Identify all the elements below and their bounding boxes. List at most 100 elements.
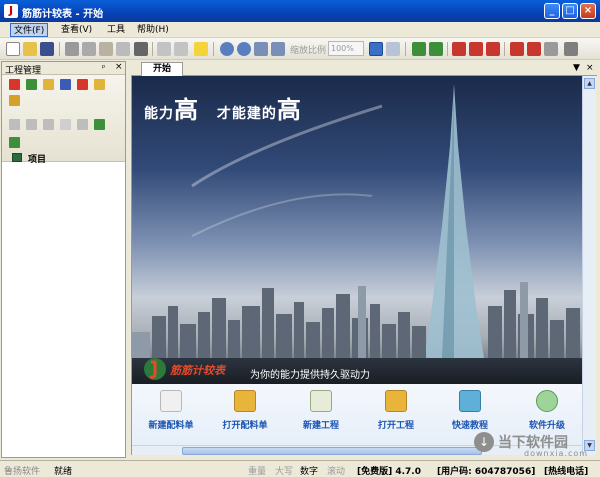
slogan-big1: 高 bbox=[174, 96, 199, 124]
status-key-scroll: 滚动 bbox=[327, 467, 346, 477]
brand-logo-text: 筋筋计较表 bbox=[170, 364, 225, 377]
copy-icon[interactable] bbox=[82, 42, 96, 56]
quick-tutorial-button[interactable]: 快速教程 bbox=[435, 390, 505, 431]
panel-delete-icon[interactable] bbox=[60, 119, 71, 130]
settings-icon[interactable] bbox=[544, 42, 558, 56]
panel-close-icon[interactable]: × bbox=[115, 62, 123, 72]
close-button[interactable]: × bbox=[580, 3, 596, 19]
status-edition: [免费版] 4.7.0 bbox=[357, 467, 421, 477]
redo-icon[interactable] bbox=[174, 42, 188, 56]
new-material-list-button[interactable]: 新建配料单 bbox=[136, 390, 206, 431]
maximize-button[interactable]: □ bbox=[562, 3, 578, 19]
panel-paste-icon[interactable] bbox=[43, 119, 54, 130]
paste-icon[interactable] bbox=[99, 42, 113, 56]
rebar-b-icon[interactable] bbox=[429, 42, 443, 56]
new-material-list-label: 新建配料单 bbox=[148, 421, 194, 431]
tab-close-icon[interactable]: × bbox=[586, 63, 594, 73]
toolbar: 缩放比例 100% bbox=[0, 38, 600, 60]
vertical-scrollbar[interactable]: ▲ ▼ bbox=[582, 76, 596, 455]
rebar-d-icon[interactable] bbox=[469, 42, 483, 56]
menu-help[interactable]: 帮助(H) bbox=[134, 23, 172, 37]
zoom-out-icon[interactable] bbox=[237, 42, 251, 56]
status-user-code: [用户码: 604787056] bbox=[437, 467, 536, 477]
horizontal-scroll-thumb[interactable] bbox=[182, 447, 482, 455]
status-hotline: [热线电话] bbox=[544, 467, 589, 477]
rebar-a-icon[interactable] bbox=[412, 42, 426, 56]
watermark-url: downxia.com bbox=[524, 449, 589, 458]
panel-header: 工程管理 ᵖ × bbox=[2, 62, 125, 76]
tree-view-icon[interactable] bbox=[369, 42, 383, 56]
menu-bar: 文件(F) 查看(V) 工具 帮助(H) bbox=[0, 22, 600, 38]
slogan-big2: 高 bbox=[276, 96, 302, 124]
minimize-button[interactable]: _ bbox=[544, 3, 560, 19]
save-icon[interactable] bbox=[40, 42, 54, 56]
zoom-in-icon[interactable] bbox=[220, 42, 234, 56]
panel-cut-icon[interactable] bbox=[9, 119, 20, 130]
brand-logo-icon bbox=[144, 358, 166, 380]
open-project-icon bbox=[385, 390, 407, 412]
fit-page-icon[interactable] bbox=[254, 42, 268, 56]
status-key-weight: 重量 bbox=[248, 467, 267, 477]
open-material-list-label: 打开配料单 bbox=[222, 421, 268, 431]
toolbar-separator bbox=[213, 42, 214, 56]
cut-icon[interactable] bbox=[65, 42, 79, 56]
actual-size-icon[interactable] bbox=[271, 42, 285, 56]
import-icon[interactable] bbox=[527, 42, 541, 56]
export-icon[interactable] bbox=[510, 42, 524, 56]
tool-key-icon[interactable] bbox=[60, 79, 71, 90]
slogan: 能力高 才能建的高 bbox=[144, 90, 302, 125]
menu-file[interactable]: 文件(F) bbox=[10, 23, 49, 37]
toolbar-separator bbox=[504, 42, 505, 56]
new-project-icon bbox=[310, 390, 332, 412]
undo-icon[interactable] bbox=[157, 42, 171, 56]
new-icon[interactable] bbox=[6, 42, 20, 56]
title-bar: J 筋筋计较表 - 开始 _ □ × bbox=[0, 0, 600, 22]
panel-level-icon[interactable] bbox=[94, 119, 105, 130]
menu-view[interactable]: 查看(V) bbox=[58, 23, 95, 37]
tab-list-icon[interactable]: ▼ bbox=[573, 63, 580, 73]
open-icon[interactable] bbox=[23, 42, 37, 56]
toolbar-separator bbox=[447, 42, 448, 56]
rebar-e-icon[interactable] bbox=[486, 42, 500, 56]
zoom-label: 缩放比例 bbox=[290, 46, 327, 56]
help-icon[interactable] bbox=[194, 42, 208, 56]
tool-sheet-icon[interactable] bbox=[77, 79, 88, 90]
upload-icon[interactable] bbox=[564, 42, 578, 56]
tab-start[interactable]: 开始 bbox=[141, 62, 183, 76]
tree-item-project[interactable]: 项目 bbox=[28, 152, 46, 165]
watermark: ↓ 当下软件园 downxia.com bbox=[474, 432, 594, 462]
upgrade-icon bbox=[536, 390, 558, 412]
software-upgrade-button[interactable]: 软件升级 bbox=[512, 390, 582, 431]
pin-icon[interactable]: ᵖ bbox=[102, 63, 105, 72]
app-icon: J bbox=[4, 4, 18, 18]
open-project-button[interactable]: 打开工程 bbox=[361, 390, 431, 431]
delete-icon[interactable] bbox=[116, 42, 130, 56]
open-project-label: 打开工程 bbox=[377, 421, 414, 431]
print-icon[interactable] bbox=[134, 42, 148, 56]
panel-copy-icon[interactable] bbox=[26, 119, 37, 130]
window-title: 筋筋计较表 - 开始 bbox=[22, 9, 104, 20]
project-panel: 工程管理 ᵖ × 项目 bbox=[1, 61, 126, 458]
panel-rename-icon[interactable] bbox=[77, 119, 88, 130]
zoom-select[interactable]: 100% bbox=[328, 41, 364, 56]
tool-note-icon[interactable] bbox=[9, 95, 20, 106]
tool-doc-icon[interactable] bbox=[94, 79, 105, 90]
tool-bars-icon[interactable] bbox=[26, 79, 37, 90]
tool-chart-icon[interactable] bbox=[9, 79, 20, 90]
status-key-caps: 大写 bbox=[275, 467, 294, 477]
open-material-list-button[interactable]: 打开配料单 bbox=[210, 390, 280, 431]
start-page: 能力高 才能建的高 筋筋计较表 为你的能力提供持久驱动力 新建配料单 打开配料单… bbox=[131, 76, 582, 455]
toolbar-separator bbox=[405, 42, 406, 56]
open-list-icon bbox=[234, 390, 256, 412]
scroll-up-icon[interactable]: ▲ bbox=[584, 78, 595, 89]
tool-folder-icon[interactable] bbox=[43, 79, 54, 90]
status-state: 就绪 bbox=[54, 467, 73, 477]
menu-tools[interactable]: 工具 bbox=[104, 23, 128, 37]
panel-refresh-icon[interactable] bbox=[9, 137, 20, 148]
new-project-button[interactable]: 新建工程 bbox=[286, 390, 356, 431]
software-upgrade-label: 软件升级 bbox=[528, 421, 565, 431]
new-project-label: 新建工程 bbox=[302, 421, 339, 431]
tab-bar: 开始 ▼ × bbox=[131, 61, 597, 76]
grid-view-icon[interactable] bbox=[386, 42, 400, 56]
rebar-c-icon[interactable] bbox=[452, 42, 466, 56]
